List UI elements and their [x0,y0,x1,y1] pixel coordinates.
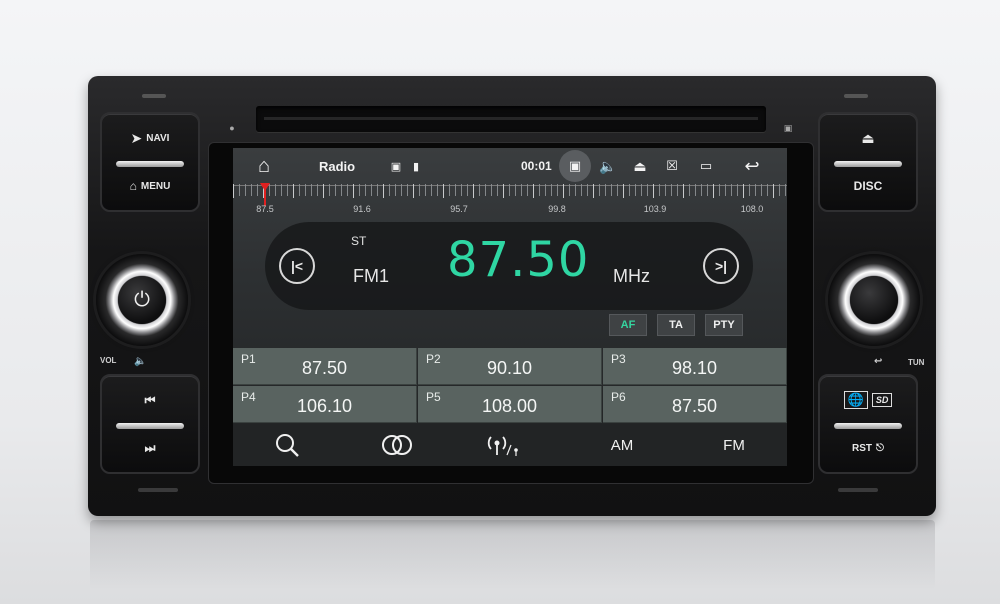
disc-button[interactable]: DISC [820,162,916,210]
reflection [90,520,935,590]
tune-knob-cap [850,276,898,324]
power-icon: ⏻ [134,288,150,311]
ir-sensor-icon: ▣ [783,123,793,133]
eject-icon: ⏏ [861,129,875,146]
screenshot-icon[interactable]: ▣ [559,150,591,182]
preset-frequency: 106.10 [296,396,353,416]
disc-slot [256,106,766,132]
clock-time: 00:01 [521,159,552,173]
skip-next-icon: ⏭ [144,440,156,455]
home-icon[interactable]: ⌂ [249,148,279,184]
bottom-slot-left [138,488,178,492]
preset-frequency: 87.50 [671,396,718,416]
scale-label: 108.0 [740,204,764,214]
navi-button[interactable]: ➤ NAVI [102,114,198,162]
volume-power-knob[interactable]: ⏻ [96,254,188,346]
preset-button-p6[interactable]: P6 87.50 [603,386,787,423]
stereo-indicator: ST [351,234,367,248]
top-slot-right [844,94,868,98]
track-buttons[interactable]: ⏮ ⏭ [100,374,200,474]
back-arrow-icon: ↩ [874,356,883,367]
scale-label: 91.6 [353,204,371,214]
preset-frequency: 90.10 [486,358,533,378]
home-icon: ⌂ [129,179,137,193]
eject-button[interactable]: ⏏ [820,114,916,162]
navi-label: NAVI [146,132,170,144]
disc-label: DISC [853,179,883,193]
app-title: Radio [319,158,356,174]
tuning-needle[interactable] [260,183,270,206]
af-toggle[interactable]: AF [609,314,647,336]
frequency-scale[interactable]: 87.5 91.6 95.7 99.8 103.9 108.0 [233,183,787,218]
seek-down-button[interactable]: |< [279,248,315,284]
preset-button-p3[interactable]: P3 98.10 [603,348,787,385]
map-sd-rst-button[interactable]: 🌐 SD RST ⎋ [818,374,918,474]
radio-screen: ⌂ Radio ▣ ▮ 00:01 ▣ 🔈 ⏏ ☒ ▭ ↩ 87.5 91.6 … [233,148,787,466]
close-app-icon[interactable]: ☒ [663,148,681,184]
ta-toggle[interactable]: TA [657,314,695,336]
stereo-mode-button[interactable] [379,424,415,466]
vol-label: VOL [100,356,117,365]
preset-frequency: 108.00 [481,396,538,416]
speaker-icon: 🔈 [134,356,147,367]
search-icon [276,434,299,457]
eject-disc-button[interactable]: ⏏ DISC [818,112,918,212]
sd-card-icon: SD [871,393,893,407]
pty-toggle[interactable]: PTY [705,314,743,336]
menu-label: MENU [140,180,171,192]
scale-label: 87.5 [256,204,274,214]
mic-icon: ● [229,123,235,133]
bottom-toolbar: AM FM [233,424,787,466]
scale-label: 99.8 [548,204,566,214]
map-sd-button[interactable]: 🌐 SD [820,376,916,424]
seek-up-button[interactable]: >| [703,248,739,284]
rst-button[interactable]: RST ⎋ [820,424,916,472]
usb-icon: ⎋ [876,442,884,454]
seek-forward-icon: >| [714,258,728,274]
preset-button-p2[interactable]: P2 90.10 [418,348,602,385]
sd-status-icon: ▮ [412,160,420,173]
band-label: FM1 [353,266,389,286]
preset-frequency: 87.50 [301,358,348,378]
seek-back-icon: |< [290,258,304,274]
map-card-icon: 🌐 [843,391,868,409]
menu-button[interactable]: ⌂ MENU [102,162,198,210]
frequency-panel: |< ST FM1 87.50 MHz >| [265,222,753,310]
tun-label: TUN [908,358,925,367]
fm-button[interactable]: FM [719,424,749,466]
frequency-display: 87.50 [447,232,590,288]
preset-button-p4[interactable]: P4 106.10 [233,386,417,423]
preset-button-p1[interactable]: P1 87.50 [233,348,417,385]
tune-knob[interactable] [828,254,920,346]
status-bar: ⌂ Radio ▣ ▮ 00:01 ▣ 🔈 ⏏ ☒ ▭ ↩ [233,148,787,184]
navigation-arrow-icon: ➤ [130,129,143,146]
rds-antenna-icon [487,436,518,456]
bottom-slot-right [838,488,878,492]
image-icon: ▣ [390,160,402,173]
eject-icon[interactable]: ⏏ [631,148,649,184]
stereo-icon [382,435,412,455]
preset-grid: P1 87.50 P2 90.10 P3 98.10 P4 106.10 P5 … [233,348,787,424]
back-icon[interactable]: ↩ [739,148,765,184]
navi-menu-button[interactable]: ➤ NAVI ⌂ MENU [100,112,200,212]
volume-icon[interactable]: 🔈 [599,148,617,184]
next-track-button[interactable]: ⏭ [102,424,198,472]
am-button[interactable]: AM [607,424,637,466]
scale-label: 95.7 [450,204,468,214]
preset-button-p5[interactable]: P5 108.00 [418,386,602,423]
recent-apps-icon[interactable]: ▭ [697,148,715,184]
top-slot-left [142,94,166,98]
preset-frequency: 98.10 [671,358,718,378]
scale-label: 103.9 [643,204,667,214]
previous-track-button[interactable]: ⏮ [102,376,198,424]
rst-label: RST [852,442,873,454]
unit-label: MHz [613,266,650,286]
search-button[interactable] [271,424,303,466]
skip-previous-icon: ⏮ [144,392,156,407]
rds-button[interactable] [485,424,525,466]
